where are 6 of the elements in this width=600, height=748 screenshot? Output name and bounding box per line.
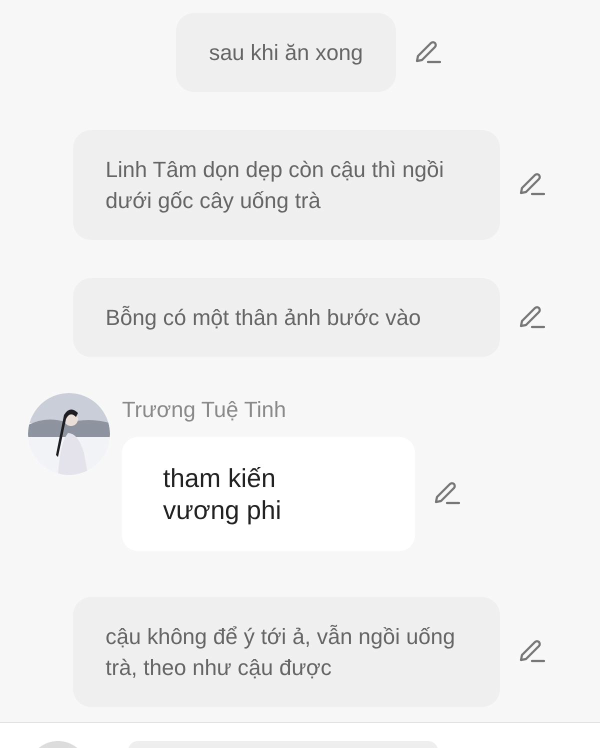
narration-bubble: Linh Tâm dọn dẹp còn cậu thì ngồi dưới gốc cây uống trà xyxy=(72,130,500,240)
dialogue-bubble: tham kiến vương phi xyxy=(122,437,415,551)
narration-bubble: Bỗng có một thân ảnh bước vào xyxy=(72,278,500,357)
narration-bubble: cậu không để ý tới ả, vẫn ngồi uống trà, theo như cậu được xyxy=(72,597,500,707)
sender-name: Trương Tuệ Tinh xyxy=(122,396,288,424)
narration-bubble: sau khi ăn xong xyxy=(176,13,396,92)
